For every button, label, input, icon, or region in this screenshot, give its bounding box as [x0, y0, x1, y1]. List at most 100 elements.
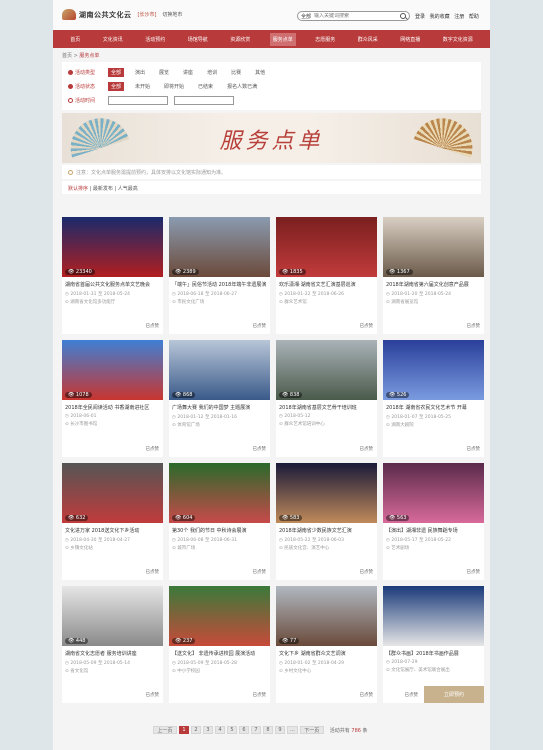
region-switch-link[interactable]: 切换地市: [162, 11, 182, 18]
activity-title[interactable]: 2018年全民阅读活动 书香湖南进社区: [62, 400, 163, 413]
nav-item-digital[interactable]: 数字文化资源: [440, 33, 476, 46]
activity-card[interactable]: 👁 1367 2018年湖南省第六届文化创意产品展 ◷ 2018-01-20 至 2…: [383, 217, 484, 334]
like-link[interactable]: 已点赞: [360, 569, 374, 575]
search-icon[interactable]: [400, 13, 406, 19]
like-link[interactable]: 已点赞: [146, 323, 160, 329]
activity-title[interactable]: 2018年湖南省少数民族文艺汇演: [276, 523, 377, 536]
like-link[interactable]: 已点赞: [360, 692, 374, 698]
end-date-input[interactable]: [174, 95, 234, 105]
activity-thumbnail[interactable]: 👁 237: [169, 586, 270, 646]
next-page-button[interactable]: 下一页: [299, 726, 324, 734]
activity-card[interactable]: 👁 604 第30个 我们的节日 中秋诗会展演 ◷ 2018-06-08 至 201…: [169, 463, 270, 580]
page-button[interactable]: 3: [203, 726, 213, 734]
prev-page-button[interactable]: 上一页: [153, 726, 177, 734]
like-link[interactable]: 已点赞: [253, 446, 267, 452]
activity-title[interactable]: 【群众书画】2018年书画作品展: [383, 646, 484, 659]
like-link[interactable]: 已点赞: [253, 569, 267, 575]
activity-card[interactable]: 👁 2389 「端午」民俗节活动 2018年端午非遗展演 ◷ 2018-06-18 …: [169, 217, 270, 334]
activity-title[interactable]: 湖南省首届公共文化服务点单文艺晚会: [62, 277, 163, 290]
activity-title[interactable]: 2018年湖南省第六届文化创意产品展: [383, 277, 484, 290]
sort-default[interactable]: 默认排序: [68, 186, 88, 192]
nav-item-service-order[interactable]: 服务点单: [269, 32, 296, 46]
sort-newest[interactable]: 最新发布: [93, 186, 113, 192]
filter-status-option[interactable]: 即将开始: [161, 82, 187, 91]
login-link[interactable]: 登录: [415, 14, 425, 20]
activity-title[interactable]: 广场舞大赛 我们的中国梦 主题展演: [169, 400, 270, 413]
search-input[interactable]: [314, 13, 387, 19]
activity-thumbnail[interactable]: 👁 563: [383, 463, 484, 523]
nav-item-news[interactable]: 文化资讯: [100, 33, 126, 46]
nav-item-venues[interactable]: 场馆导航: [185, 33, 211, 46]
activity-thumbnail[interactable]: 👁 604: [169, 463, 270, 523]
activity-card[interactable]: 👁 237 【送文化】 非遗传承进校园 展演活动 ◷ 2018-05-09 至 20…: [169, 586, 270, 703]
activity-thumbnail[interactable]: 👁 448: [62, 586, 163, 646]
activity-thumbnail[interactable]: 👁 2389: [169, 217, 270, 277]
sort-popular[interactable]: 人气最高: [118, 186, 138, 192]
activity-thumbnail[interactable]: 👁 1835: [276, 217, 377, 277]
activity-title[interactable]: 湖南省文化志愿者 服务培训讲座: [62, 646, 163, 659]
activity-card[interactable]: 👁 868 广场舞大赛 我们的中国梦 主题展演 ◷ 2018-01-12 至 201…: [169, 340, 270, 457]
activity-card[interactable]: 👁 632 文化进万家 2018送文化下乡活动 ◷ 2018-04-30 至 201…: [62, 463, 163, 580]
nav-item-live[interactable]: 网络直播: [397, 33, 423, 46]
activity-thumbnail[interactable]: 👁 632: [62, 463, 163, 523]
activity-title[interactable]: 第30个 我们的节日 中秋诗会展演: [169, 523, 270, 536]
book-now-button[interactable]: 立即预约: [424, 686, 484, 703]
like-link[interactable]: 已点赞: [360, 446, 374, 452]
filter-type-option[interactable]: 培训: [204, 68, 220, 77]
nav-item-home[interactable]: 首页: [67, 33, 83, 46]
activity-card[interactable]: 👁 1835 欢乐潇湘·湖南省文艺汇演基层巡演 ◷ 2018-01-22 至 201…: [276, 217, 377, 334]
nav-item-community[interactable]: 群众风采: [355, 33, 381, 46]
like-link[interactable]: 已点赞: [146, 446, 160, 452]
filter-type-option[interactable]: 讲座: [180, 68, 196, 77]
page-button[interactable]: 9: [275, 726, 285, 734]
activity-thumbnail[interactable]: 👁 526: [383, 340, 484, 400]
like-link[interactable]: 已点赞: [360, 323, 374, 329]
favorites-link[interactable]: 我的收藏: [430, 14, 450, 20]
activity-thumbnail[interactable]: 👁 838: [276, 340, 377, 400]
filter-status-option[interactable]: 已结束: [195, 82, 216, 91]
activity-card[interactable]: 👁 583 2018年湖南省少数民族文艺汇演 ◷ 2018-05-22 至 2018…: [276, 463, 377, 580]
page-button[interactable]: 2: [191, 726, 201, 734]
nav-item-booking[interactable]: 活动预约: [142, 33, 168, 46]
filter-type-option[interactable]: 全部: [108, 67, 125, 77]
register-link[interactable]: 注册: [454, 14, 464, 20]
like-link[interactable]: 已点赞: [146, 569, 160, 575]
filter-type-option[interactable]: 演出: [132, 68, 148, 77]
activity-title[interactable]: 文化进万家 2018送文化下乡活动: [62, 523, 163, 536]
activity-title[interactable]: 「端午」民俗节活动 2018年端午非遗展演: [169, 277, 270, 290]
filter-status-option[interactable]: 未开始: [132, 82, 153, 91]
activity-card[interactable]: 【群众书画】2018年书画作品展 ◷ 2018-07-29 ⊙ 文化馆展厅、美术馆联…: [383, 586, 484, 703]
activity-title[interactable]: 欢乐潇湘·湖南省文艺汇演基层巡演: [276, 277, 377, 290]
help-link[interactable]: 帮助: [469, 14, 479, 20]
nav-item-volunteer[interactable]: 志愿服务: [312, 33, 338, 46]
activity-thumbnail[interactable]: 👁 868: [169, 340, 270, 400]
activity-thumbnail[interactable]: 👁 1078: [62, 340, 163, 400]
breadcrumb-home[interactable]: 首页: [62, 53, 72, 59]
page-button[interactable]: 6: [239, 726, 249, 734]
page-button[interactable]: 7: [251, 726, 261, 734]
page-button[interactable]: 5: [227, 726, 237, 734]
start-date-input[interactable]: [108, 95, 168, 105]
activity-card[interactable]: 👁 448 湖南省文化志愿者 服务培训讲座 ◷ 2018-05-09 至 2018-…: [62, 586, 163, 703]
filter-type-option[interactable]: 比赛: [228, 68, 244, 77]
like-link[interactable]: 已点赞: [253, 692, 267, 698]
page-button[interactable]: 4: [215, 726, 225, 734]
filter-status-option[interactable]: 全部: [108, 81, 125, 91]
activity-thumbnail[interactable]: 👁 1367: [383, 217, 484, 277]
activity-thumbnail[interactable]: 👁 583: [276, 463, 377, 523]
like-link[interactable]: 已点赞: [146, 692, 160, 698]
activity-card[interactable]: 👁 526 2018年 湖南省农民文化艺术节 开幕 ◷ 2018-01-07 至 2…: [383, 340, 484, 457]
activity-thumbnail[interactable]: 👁 23340: [62, 217, 163, 277]
like-link[interactable]: 已点赞: [467, 446, 481, 452]
site-logo[interactable]: 湖南公共文化云 [长沙市] 切换地市: [62, 9, 182, 20]
activity-card[interactable]: 👁 23340 湖南省首届公共文化服务点单文艺晚会 ◷ 2018-01-31 至 2…: [62, 217, 163, 334]
activity-title[interactable]: 【送文化】 非遗传承进校园 展演活动: [169, 646, 270, 659]
filter-type-option[interactable]: 展览: [156, 68, 172, 77]
page-button[interactable]: 8: [263, 726, 273, 734]
activity-thumbnail[interactable]: [383, 586, 484, 646]
activity-card[interactable]: 👁 77 文化下乡 湖南省群众文艺调演 ◷ 2018-01-02 至 2018-04…: [276, 586, 377, 703]
activity-card[interactable]: 👁 563 【演出】湖湘非遗 民族舞蹈专场 ◷ 2018-05-17 至 2018-…: [383, 463, 484, 580]
activity-card[interactable]: 👁 1078 2018年全民阅读活动 书香湖南进社区 ◷ 2018-06-01 ⊙ 长…: [62, 340, 163, 457]
filter-status-option[interactable]: 报名人数已满: [224, 82, 260, 91]
like-link[interactable]: 已点赞: [253, 323, 267, 329]
